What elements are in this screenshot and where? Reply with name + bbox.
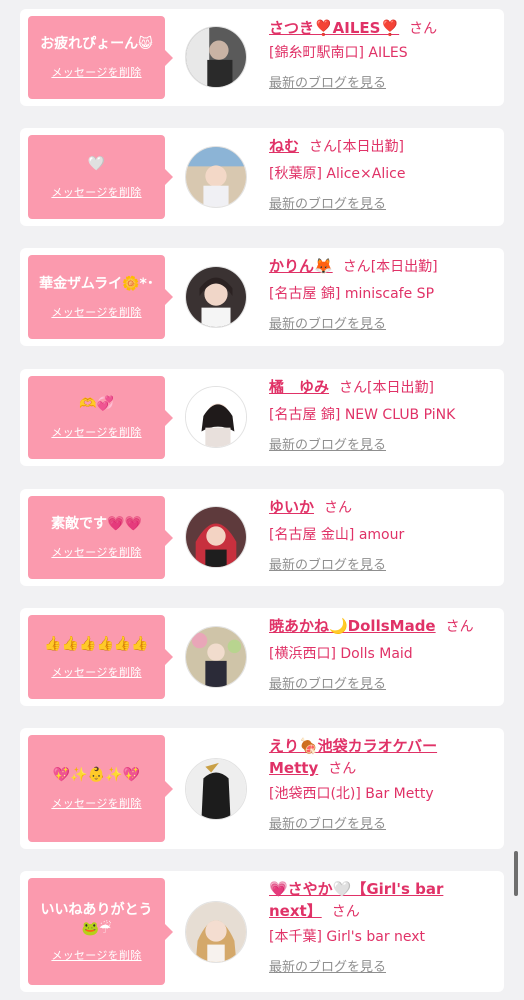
avatar[interactable] (185, 506, 247, 568)
list-item: お疲れぴょーん😸 メッセージを削除 さつき❣️AILES❣️ さん [錦糸町駅南口… (20, 9, 504, 106)
cast-info: えり🍖池袋カラオケバー Metty さん [池袋西口(北)] Bar Metty … (269, 736, 499, 834)
message-text: 🫶💞 (79, 396, 114, 412)
honorific: さん (445, 619, 474, 635)
shop-label: [名古屋 錦] miniscafe SP (269, 286, 435, 302)
latest-blog-link[interactable]: 最新のブログを見る (269, 676, 386, 694)
message-text: 🐸☔ (81, 920, 112, 937)
message-bubble: 華金ザムライ🌼*･ メッセージを削除 (28, 255, 173, 339)
shop-label: [名古屋 金山] amour (269, 527, 405, 543)
cast-name-link[interactable]: next】 (269, 902, 322, 920)
list-item: 🫶💞 メッセージを削除 橘 ゆみ さん[本日出勤] [名古屋 錦] NEW CLU… (20, 369, 504, 466)
avatar[interactable] (185, 386, 247, 448)
latest-blog-link[interactable]: 最新のブログを見る (269, 196, 386, 214)
latest-blog-link[interactable]: 最新のブログを見る (269, 557, 386, 575)
scrollbar[interactable] (514, 851, 518, 896)
message-text: お疲れぴょーん😸 (40, 36, 153, 52)
latest-blog-link[interactable]: 最新のブログを見る (269, 959, 386, 977)
cast-name-link[interactable]: かりん🦊 (269, 257, 333, 275)
message-text: いいねありがとう (40, 901, 153, 918)
honorific: さん (339, 380, 368, 396)
shop-label: [秋葉原] Alice×Alice (269, 166, 406, 182)
cast-name-link[interactable]: 暁あかね🌙DollsMade (269, 617, 436, 635)
honorific: さん (331, 904, 360, 920)
message-text: 👍👍👍👍👍👍 (44, 635, 149, 652)
list-item: 華金ザムライ🌼*･ メッセージを削除 かりん🦊 さん[本日出勤] [名古屋 錦] … (20, 248, 504, 346)
honorific: さん (328, 761, 357, 777)
latest-blog-link[interactable]: 最新のブログを見る (269, 437, 386, 455)
delete-message-link[interactable]: メッセージを削除 (51, 664, 141, 680)
avatar[interactable] (185, 901, 247, 963)
avatar[interactable] (185, 758, 247, 820)
cast-name-link[interactable]: Metty (269, 759, 318, 777)
honorific: さん (309, 139, 338, 155)
shop-label: [名古屋 錦] NEW CLUB PiNK (269, 407, 456, 423)
cast-info: ねむ さん[本日出勤] [秋葉原] Alice×Alice 最新のブログを見る (269, 136, 499, 214)
list-item: 素敵です💗💗 メッセージを削除 ゆいか さん [名古屋 金山] amour 最新の… (20, 489, 504, 586)
cast-info: 橘 ゆみ さん[本日出勤] [名古屋 錦] NEW CLUB PiNK 最新のブロ… (269, 377, 499, 455)
cast-name-link[interactable]: さつき❣️AILES❣️ (269, 19, 399, 37)
message-bubble: 🤍 メッセージを削除 (28, 135, 173, 219)
avatar[interactable] (185, 26, 247, 88)
message-text: 華金ザムライ🌼*･ (39, 275, 154, 292)
message-bubble: 🫶💞 メッセージを削除 (28, 376, 173, 459)
work-status: [本日出勤] (337, 139, 404, 155)
cast-name-link[interactable]: ねむ (269, 137, 299, 155)
message-text: 💖✨👶✨💖 (52, 767, 141, 783)
delete-message-link[interactable]: メッセージを削除 (51, 795, 141, 811)
latest-blog-link[interactable]: 最新のブログを見る (269, 316, 386, 334)
delete-message-link[interactable]: メッセージを削除 (51, 184, 141, 200)
cast-info: ゆいか さん [名古屋 金山] amour 最新のブログを見る (269, 497, 499, 575)
shop-label: [横浜西口] Dolls Maid (269, 646, 413, 662)
list-item: 🤍 メッセージを削除 ねむ さん[本日出勤] [秋葉原] Alice×Alice … (20, 128, 504, 226)
work-status: [本日出勤] (367, 380, 434, 396)
delete-message-link[interactable]: メッセージを削除 (51, 424, 141, 440)
message-text: 🤍 (87, 155, 106, 172)
message-bubble: いいねありがとう 🐸☔ メッセージを削除 (28, 878, 173, 985)
list-item: 💖✨👶✨💖 メッセージを削除 えり🍖池袋カラオケバー Metty さん [池袋西口… (20, 728, 504, 849)
honorific: さん (409, 21, 438, 37)
message-bubble: 👍👍👍👍👍👍 メッセージを削除 (28, 615, 173, 699)
delete-message-link[interactable]: メッセージを削除 (51, 544, 141, 560)
avatar[interactable] (185, 626, 247, 688)
avatar[interactable] (185, 266, 247, 328)
avatar[interactable] (185, 146, 247, 208)
cast-info: かりん🦊 さん[本日出勤] [名古屋 錦] miniscafe SP 最新のブログ… (269, 256, 499, 334)
cast-name-link[interactable]: 橘 ゆみ (269, 378, 329, 396)
cast-name-link[interactable]: ゆいか (269, 498, 314, 516)
latest-blog-link[interactable]: 最新のブログを見る (269, 816, 386, 834)
list-item: いいねありがとう 🐸☔ メッセージを削除 💗さやか🤍【Girl's bar ne… (20, 871, 504, 992)
honorific: さん (342, 259, 371, 275)
work-status: [本日出勤] (370, 259, 438, 275)
message-text: 素敵です💗💗 (51, 516, 142, 532)
delete-message-link[interactable]: メッセージを削除 (51, 64, 141, 80)
delete-message-link[interactable]: メッセージを削除 (51, 947, 141, 963)
cast-info: 💗さやか🤍【Girl's bar next】 さん [本千葉] Girl's ba… (269, 879, 499, 977)
cast-info: さつき❣️AILES❣️ さん [錦糸町駅南口] AILES 最新のブログを見る (269, 18, 499, 93)
cast-name-link[interactable]: えり🍖池袋カラオケバー (269, 736, 437, 756)
list-item: 👍👍👍👍👍👍 メッセージを削除 暁あかね🌙DollsMade さん [横浜西口] … (20, 608, 504, 706)
delete-message-link[interactable]: メッセージを削除 (51, 304, 141, 320)
message-bubble: お疲れぴょーん😸 メッセージを削除 (28, 16, 173, 99)
cast-info: 暁あかね🌙DollsMade さん [横浜西口] Dolls Maid 最新のブロ… (269, 616, 499, 694)
latest-blog-link[interactable]: 最新のブログを見る (269, 75, 386, 93)
honorific: さん (324, 500, 353, 516)
cast-name-link[interactable]: 💗さやか🤍【Girl's bar (269, 879, 443, 899)
shop-label: [錦糸町駅南口] AILES (269, 45, 408, 61)
message-bubble: 💖✨👶✨💖 メッセージを削除 (28, 735, 173, 842)
message-bubble: 素敵です💗💗 メッセージを削除 (28, 496, 173, 579)
shop-label: [池袋西口(北)] Bar Metty (269, 786, 434, 802)
shop-label: [本千葉] Girl's bar next (269, 929, 426, 945)
